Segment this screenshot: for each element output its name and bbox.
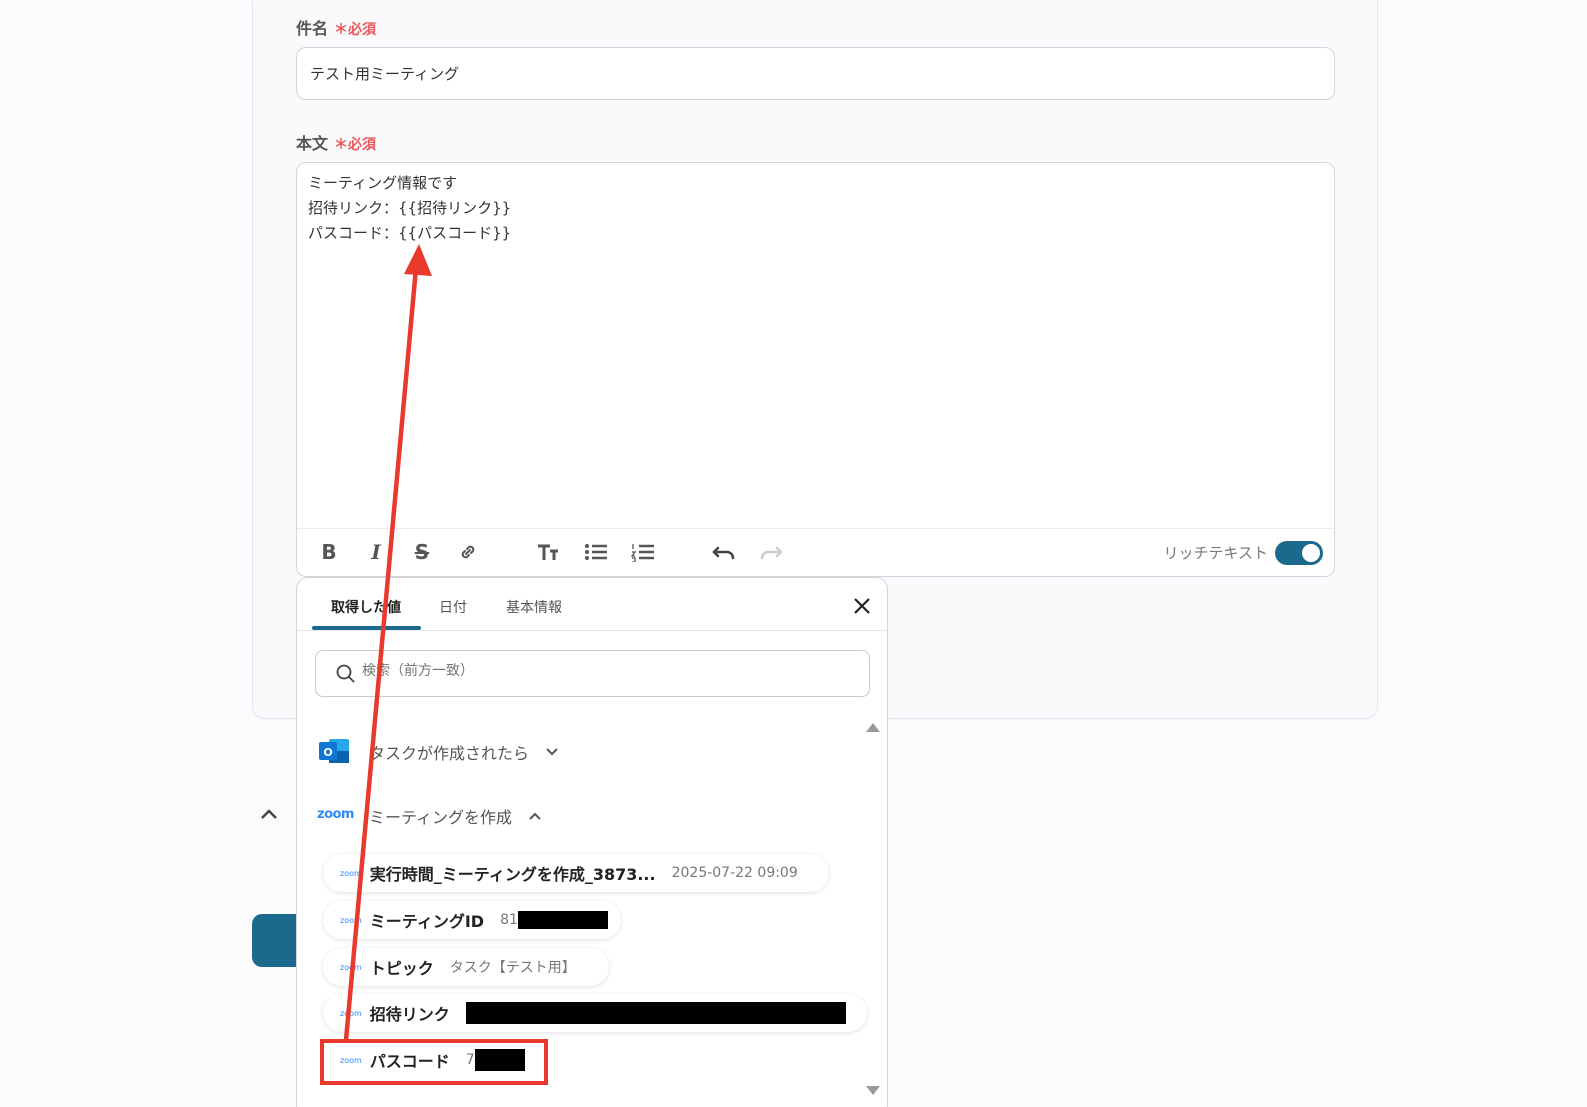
tab-date[interactable]: 日付 (439, 597, 467, 617)
scroll-up-arrow[interactable] (866, 723, 880, 732)
chip-value: 2025-07-22 09:09 (671, 865, 798, 881)
body-editor[interactable]: ミーティング情報です 招待リンク：{{招待リンク}} パスコード：{{パスコード… (296, 162, 1335, 577)
chevron-up-icon (529, 812, 541, 820)
editor-line: パスコード：{{パスコード}} (308, 224, 512, 242)
chip-value: タスク【テスト用】 (449, 960, 576, 976)
toggle-knob (1302, 544, 1320, 562)
value-chip-invite-link[interactable]: zoom 招待リンク (323, 994, 867, 1032)
redaction (517, 911, 608, 929)
zoom-logo: zoom (317, 807, 354, 822)
required-marker: ＊必須 (334, 22, 377, 38)
chevron-up-icon[interactable] (260, 804, 278, 825)
page: 件名 ＊必須 テスト用ミーティング 本文 ＊必須 ミーティング情報です 招待リンク：… (0, 0, 1587, 1107)
body-label-text: 本文 (296, 134, 329, 153)
close-icon[interactable] (851, 595, 873, 617)
group-title: ミーティングを作成 (369, 808, 513, 827)
variable-picker-panel: 取得した値 日付 基本情報 O タスクが作成されたら zoom ミーティングを作 (296, 577, 888, 1107)
subject-label-text: 件名 (296, 19, 329, 38)
redaction (465, 1002, 846, 1024)
body-label: 本文 ＊必須 (296, 130, 376, 154)
scroll-down-arrow[interactable] (866, 1086, 880, 1095)
editor-line: 招待リンク：{{招待リンク}} (308, 199, 512, 217)
editor-toolbar: B I S リッチテキスト (297, 528, 1334, 576)
tab-fetched-values[interactable]: 取得した値 (331, 597, 401, 617)
editor-content[interactable]: ミーティング情報です 招待リンク：{{招待リンク}} パスコード：{{パスコード… (308, 171, 511, 246)
picker-tabs: 取得した値 日付 基本情報 (297, 578, 887, 631)
value-chip-topic[interactable]: zoom トピック タスク【テスト用】 (323, 948, 609, 986)
chevron-down-icon (546, 748, 558, 756)
subject-input-value: テスト用ミーティング (310, 65, 460, 83)
link-icon[interactable] (455, 539, 481, 565)
rich-text-label: リッチテキスト (1163, 544, 1268, 562)
zoom-logo: zoom (340, 915, 362, 925)
bullet-list-icon[interactable] (583, 539, 609, 565)
redo-icon[interactable] (758, 539, 784, 565)
chip-name: 招待リンク (369, 1005, 450, 1024)
chip-name: ミーティングID (369, 912, 485, 931)
zoom-logo: zoom (340, 962, 362, 972)
tab-basic-info[interactable]: 基本情報 (506, 597, 562, 617)
strikethrough-icon[interactable]: S (409, 539, 435, 565)
text-size-icon[interactable] (535, 539, 561, 565)
numbered-list-icon[interactable] (630, 539, 656, 565)
chip-value: 81 (500, 912, 518, 928)
bold-icon[interactable]: B (316, 539, 342, 565)
required-marker: ＊必須 (334, 137, 377, 153)
outlook-icon: O (319, 739, 349, 763)
group-create-meeting[interactable]: ミーティングを作成 (369, 804, 542, 828)
value-chip-meeting-id[interactable]: zoom ミーティングID 81 (323, 901, 621, 939)
search-icon (336, 664, 355, 683)
editor-line: ミーティング情報です (308, 174, 458, 192)
group-title: タスクが作成されたら (369, 744, 530, 763)
zoom-logo: zoom (340, 1008, 362, 1018)
group-task-created[interactable]: タスクが作成されたら (369, 740, 559, 764)
value-chip-exec-time[interactable]: zoom 実行時間_ミーティングを作成_3873... 2025-07-22 0… (323, 854, 829, 892)
search-box[interactable] (315, 650, 870, 697)
annotation-highlight-box (320, 1039, 548, 1085)
active-tab-indicator (312, 626, 421, 630)
rich-text-toggle[interactable] (1275, 541, 1323, 565)
subject-label: 件名 ＊必須 (296, 15, 376, 39)
zoom-logo: zoom (340, 868, 362, 878)
chip-name: 実行時間_ミーティングを作成_3873... (369, 865, 656, 884)
chip-name: トピック (369, 959, 434, 978)
search-input[interactable] (362, 663, 842, 679)
subject-input[interactable]: テスト用ミーティング (296, 47, 1335, 100)
svg-text:O: O (323, 746, 332, 759)
undo-icon[interactable] (711, 539, 737, 565)
italic-icon[interactable]: I (363, 539, 389, 565)
